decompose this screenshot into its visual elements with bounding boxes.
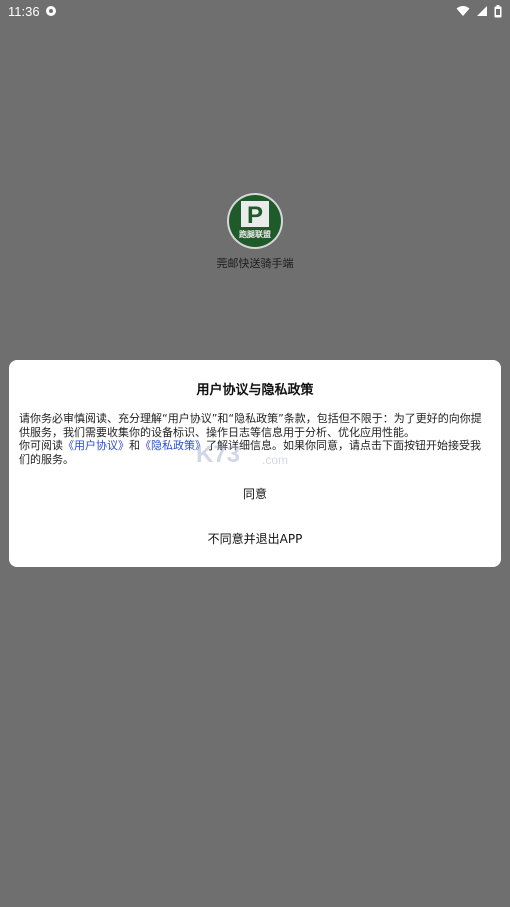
signal-icon bbox=[477, 6, 487, 16]
user-agreement-link[interactable]: 《用户协议》 bbox=[63, 439, 129, 452]
settings-icon bbox=[45, 6, 56, 16]
status-left: 11:36 bbox=[8, 4, 56, 19]
p2-prefix: 你可阅读 bbox=[19, 439, 63, 452]
dialog-paragraph-2: 你可阅读《用户协议》和《隐私政策》了解详细信息。如果你同意，请点击下面按钮开始接… bbox=[19, 439, 491, 466]
status-time: 11:36 bbox=[8, 3, 40, 19]
status-bar: 11:36 bbox=[0, 0, 510, 22]
app-name: 莞邮快送骑手端 bbox=[216, 257, 294, 270]
privacy-policy-link[interactable]: 《隐私政策》 bbox=[140, 439, 206, 452]
app-logo: P 跑腿联盟 bbox=[229, 195, 281, 247]
privacy-dialog: 用户协议与隐私政策 请你务必审慎阅读、充分理解“用户协议”和“隐私政策”条款，包… bbox=[9, 360, 501, 567]
dialog-paragraph-1: 请你务必审慎阅读、充分理解“用户协议”和“隐私政策”条款，包括但不限于：为了更好… bbox=[19, 412, 482, 439]
app-logo-text: 跑腿联盟 bbox=[239, 229, 271, 239]
dialog-body: 请你务必审慎阅读、充分理解“用户协议”和“隐私政策”条款，包括但不限于：为了更好… bbox=[19, 412, 491, 466]
app-logo-letter: P bbox=[247, 202, 263, 229]
dialog-title: 用户协议与隐私政策 bbox=[196, 383, 314, 398]
wifi-icon bbox=[456, 6, 470, 16]
status-right bbox=[456, 4, 502, 18]
disagree-exit-button[interactable]: 不同意并退出APP bbox=[9, 530, 501, 548]
battery-icon bbox=[494, 4, 502, 17]
p2-and: 和 bbox=[129, 439, 140, 452]
agree-button[interactable]: 同意 bbox=[9, 485, 501, 503]
app-logo-graphic: P 跑腿联盟 bbox=[239, 201, 271, 239]
